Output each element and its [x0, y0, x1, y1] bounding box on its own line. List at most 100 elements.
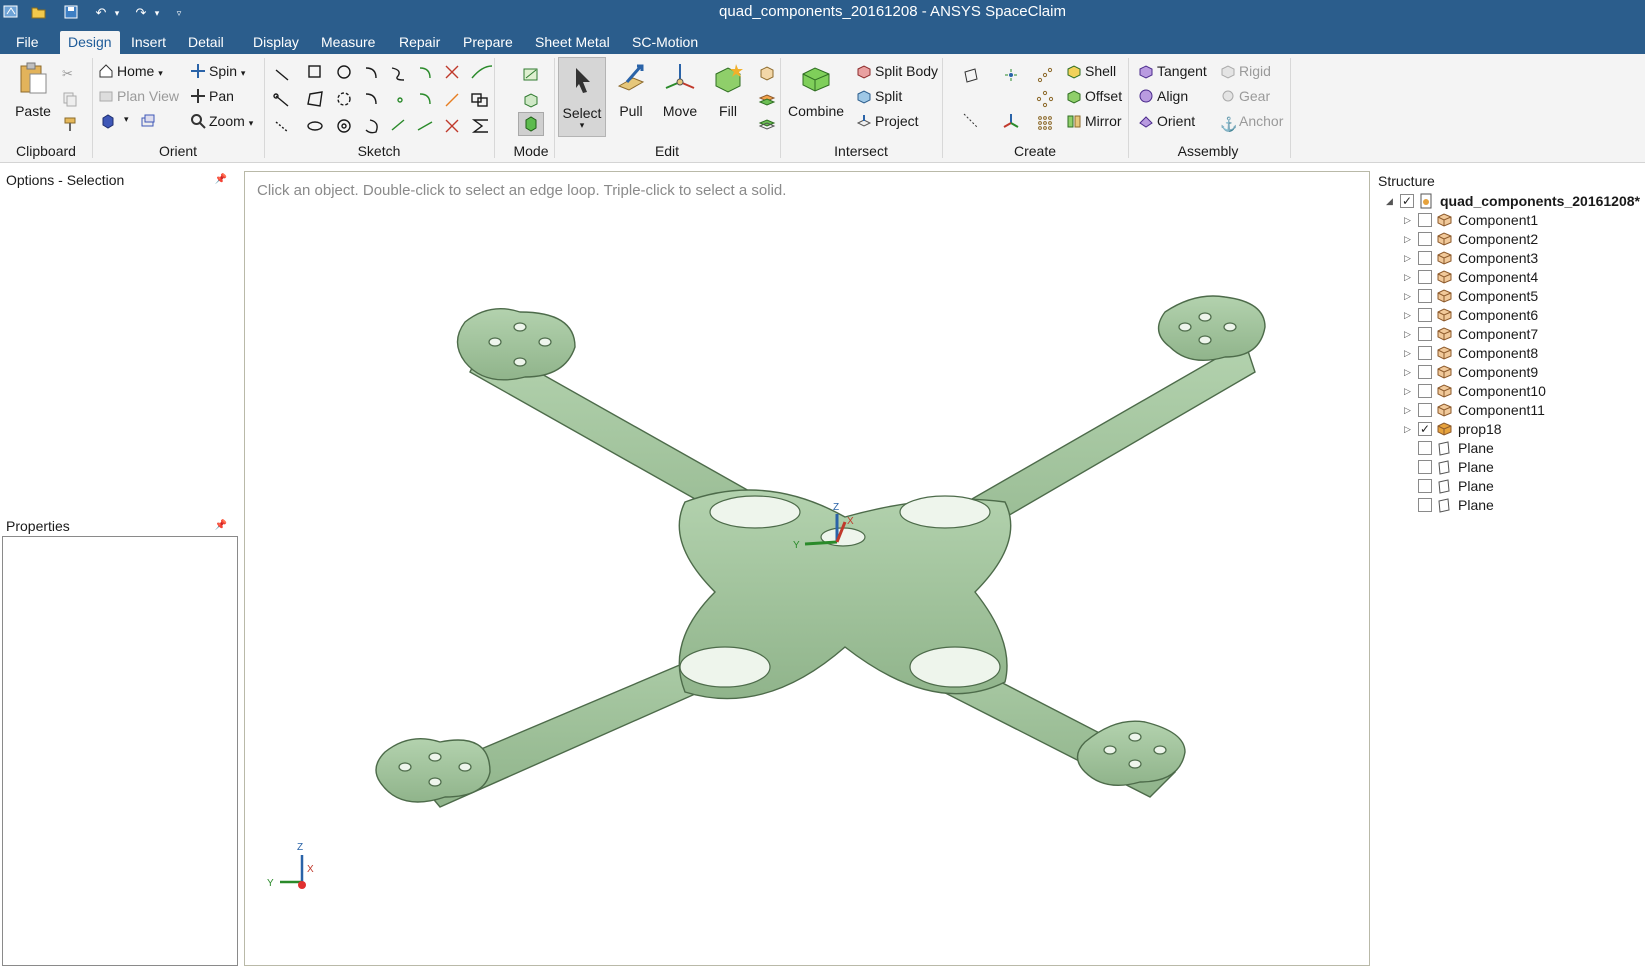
visibility-checkbox[interactable]: [1418, 213, 1432, 227]
expand-icon[interactable]: ▷: [1404, 381, 1414, 401]
expand-icon[interactable]: ▷: [1404, 305, 1414, 325]
anchor-button[interactable]: ⚓ Anchor: [1220, 111, 1283, 132]
tree-item[interactable]: Plane: [1372, 495, 1645, 515]
tab-detail[interactable]: Detail: [180, 31, 232, 54]
format-painter-icon[interactable]: [62, 116, 80, 134]
3d-mode-button[interactable]: [518, 112, 544, 136]
offset-button[interactable]: Offset: [1066, 86, 1122, 106]
visibility-checkbox[interactable]: [1418, 498, 1432, 512]
tree-item[interactable]: ▷ Component3: [1372, 248, 1645, 268]
tab-display[interactable]: Display: [245, 31, 307, 54]
visibility-checkbox[interactable]: [1418, 346, 1432, 360]
expand-icon[interactable]: ▷: [1404, 324, 1414, 344]
visibility-checkbox[interactable]: [1418, 460, 1432, 474]
tree-root[interactable]: ◢ ✓ quad_components_20161208*: [1372, 191, 1645, 211]
visibility-checkbox[interactable]: [1418, 327, 1432, 341]
motor-pad-top-right[interactable]: [1157, 295, 1266, 361]
zoom-button[interactable]: Zoom ▾: [190, 111, 253, 133]
tree-item[interactable]: ▷ Component7: [1372, 324, 1645, 344]
collapse-icon[interactable]: ◢: [1386, 191, 1396, 211]
tab-insert[interactable]: Insert: [123, 31, 174, 54]
tree-item[interactable]: ▷ Component6: [1372, 305, 1645, 325]
tree-item[interactable]: ▷ ✓ prop18: [1372, 419, 1645, 439]
home-button[interactable]: Home ▾: [98, 61, 163, 83]
expand-icon[interactable]: ▷: [1404, 267, 1414, 287]
visibility-checkbox[interactable]: [1418, 251, 1432, 265]
sketch-mode-icon[interactable]: [522, 66, 540, 84]
expand-icon[interactable]: ▷: [1404, 400, 1414, 420]
expand-icon[interactable]: ▷: [1404, 229, 1414, 249]
align-button[interactable]: Align: [1138, 86, 1188, 106]
coordinate-system-icon[interactable]: [1002, 112, 1020, 130]
expand-icon[interactable]: ▷: [1404, 286, 1414, 306]
visibility-checkbox[interactable]: [1418, 270, 1432, 284]
fill-button[interactable]: Fill: [708, 60, 748, 119]
origin-icon[interactable]: [1002, 66, 1020, 84]
section-mode-icon[interactable]: [522, 91, 540, 109]
plan-view-button[interactable]: Plan View: [98, 86, 179, 106]
circular-pattern-icon[interactable]: [1036, 90, 1054, 108]
orient-button[interactable]: Orient: [1138, 111, 1195, 131]
tree-item[interactable]: ▷ Component5: [1372, 286, 1645, 306]
combine-button[interactable]: Combine: [786, 60, 846, 119]
linear-pattern-icon[interactable]: [1036, 66, 1054, 84]
tab-prepare[interactable]: Prepare: [455, 31, 521, 54]
rigid-button[interactable]: Rigid: [1220, 61, 1271, 81]
split-body-button[interactable]: Split Body: [856, 61, 938, 81]
move-button[interactable]: Move: [656, 60, 704, 119]
tree-item[interactable]: Plane: [1372, 438, 1645, 458]
paste-button[interactable]: Paste: [8, 60, 58, 119]
pin-icon[interactable]: 📌: [215, 516, 227, 536]
axis-icon[interactable]: [962, 112, 980, 130]
split-button[interactable]: Split: [856, 86, 902, 106]
visibility-checkbox[interactable]: [1418, 232, 1432, 246]
tree-item[interactable]: ▷ Component1: [1372, 210, 1645, 230]
tab-repair[interactable]: Repair: [391, 31, 448, 54]
expand-icon[interactable]: ▷: [1404, 419, 1414, 439]
tangent-button[interactable]: Tangent: [1138, 61, 1207, 81]
tree-item[interactable]: ▷ Component11: [1372, 400, 1645, 420]
shell-button[interactable]: Shell: [1066, 61, 1116, 81]
visibility-checkbox[interactable]: [1418, 479, 1432, 493]
select-button[interactable]: Select ▾: [558, 57, 606, 137]
pull-button[interactable]: Pull: [610, 60, 652, 119]
expand-icon[interactable]: ▷: [1404, 343, 1414, 363]
cut-icon[interactable]: ✂: [62, 66, 80, 84]
root-checkbox[interactable]: ✓: [1400, 194, 1414, 208]
pin-icon[interactable]: 📌: [215, 170, 227, 190]
tab-sheet-metal[interactable]: Sheet Metal: [527, 31, 618, 54]
project-button[interactable]: Project: [856, 111, 919, 131]
visibility-checkbox[interactable]: [1418, 403, 1432, 417]
tree-item[interactable]: ▷ Component4: [1372, 267, 1645, 287]
expand-icon[interactable]: ▷: [1404, 248, 1414, 268]
tree-item[interactable]: Plane: [1372, 476, 1645, 496]
visibility-checkbox[interactable]: [1418, 289, 1432, 303]
blend-icon[interactable]: [758, 114, 776, 132]
tree-item[interactable]: ▷ Component2: [1372, 229, 1645, 249]
3d-viewport[interactable]: Click an object. Double-click to select …: [244, 171, 1370, 966]
visibility-checkbox[interactable]: [1418, 441, 1432, 455]
expand-icon[interactable]: ▷: [1404, 210, 1414, 230]
view-cube-icon[interactable]: [100, 113, 118, 131]
tab-file[interactable]: File: [8, 31, 47, 54]
tree-item[interactable]: ▷ Component8: [1372, 343, 1645, 363]
copy-icon[interactable]: [62, 91, 80, 109]
visibility-checkbox[interactable]: [1418, 384, 1432, 398]
tab-measure[interactable]: Measure: [313, 31, 383, 54]
visibility-checkbox[interactable]: [1418, 308, 1432, 322]
spin-button[interactable]: Spin ▾: [190, 61, 245, 83]
replace-face-icon[interactable]: [758, 64, 776, 82]
mirror-button[interactable]: Mirror: [1066, 111, 1122, 131]
tree-item[interactable]: Plane: [1372, 457, 1645, 477]
snap-view-icon[interactable]: [140, 113, 158, 131]
fill-pattern-icon[interactable]: [1036, 114, 1054, 132]
expand-icon[interactable]: ▷: [1404, 362, 1414, 382]
sketch-tools[interactable]: [270, 60, 500, 144]
pan-button[interactable]: Pan: [190, 86, 234, 106]
tab-design[interactable]: Design: [60, 31, 120, 54]
tree-item[interactable]: ▷ Component10: [1372, 381, 1645, 401]
plane-icon[interactable]: [962, 66, 980, 84]
motor-pad-bottom-left[interactable]: [375, 738, 491, 803]
tab-sc-motion[interactable]: SC-Motion: [624, 31, 706, 54]
quad-frame-model[interactable]: Z Y X Z Y X: [245, 172, 1369, 965]
